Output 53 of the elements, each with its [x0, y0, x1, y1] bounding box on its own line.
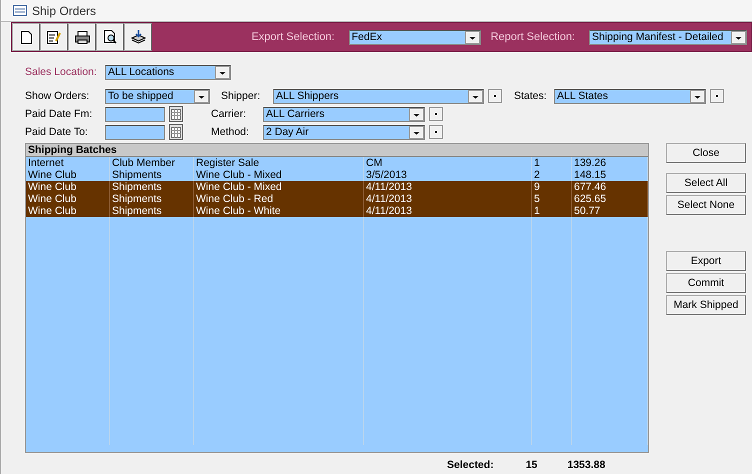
selected-label: Selected: — [447, 459, 494, 471]
shipper-dropdown[interactable]: ALL Shippers — [273, 88, 484, 104]
report-selection-dropdown[interactable]: Shipping Manifest - Detailed — [589, 30, 747, 44]
table-cell[interactable]: Wine Club — [26, 181, 110, 193]
table-cell[interactable]: 139.26 — [572, 157, 648, 169]
table-cell[interactable]: 9 — [532, 181, 572, 193]
field-label: Show Orders: — [25, 90, 90, 102]
method-dropdown[interactable]: 2 Day Air — [263, 124, 425, 140]
table-cell[interactable]: 4/11/2013 — [364, 193, 532, 205]
table-cell[interactable]: 4/11/2013 — [364, 205, 532, 217]
table-cell[interactable]: Wine Club - White — [194, 205, 364, 217]
table-cell[interactable]: 677.46 — [572, 181, 648, 193]
table-cell[interactable]: Shipments — [110, 205, 194, 217]
action-button[interactable]: Select All — [666, 173, 746, 193]
window-title: Ship Orders — [32, 4, 96, 18]
field-label: States: — [514, 90, 548, 102]
show-orders-dropdown[interactable]: To be shipped — [105, 88, 210, 104]
table-cell[interactable]: 1 — [532, 205, 572, 217]
action-button[interactable]: Commit — [666, 273, 746, 293]
grid-title: Shipping Batches — [26, 144, 648, 157]
action-button[interactable]: Select None — [666, 195, 746, 215]
selected-total: 1353.88 — [567, 459, 606, 471]
action-button[interactable]: Close — [666, 143, 746, 163]
selected-count: 15 — [526, 459, 538, 471]
table-cell[interactable]: Wine Club - Red — [194, 193, 364, 205]
table-cell[interactable]: Wine Club — [26, 193, 110, 205]
table-cell[interactable]: Register Sale — [194, 157, 364, 169]
action-button[interactable]: Mark Shipped — [666, 295, 746, 315]
states-dropdown[interactable]: ALL States — [554, 88, 706, 104]
table-cell[interactable]: 1 — [532, 157, 572, 169]
sales-location-dropdown[interactable]: ALL Locations — [105, 64, 231, 80]
field-label: Paid Date To: — [25, 126, 89, 138]
table-cell[interactable]: Club Member — [110, 157, 194, 169]
table-cell[interactable]: Wine Club — [26, 205, 110, 217]
field-label: Carrier: — [211, 108, 248, 120]
field-label: Export Selection: — [251, 31, 335, 43]
table-cell[interactable]: Shipments — [110, 193, 194, 205]
export-selection-dropdown[interactable]: FedEx — [348, 30, 481, 44]
field-label: Method: — [211, 126, 250, 138]
table-cell[interactable]: 625.65 — [572, 193, 648, 205]
field-label: Paid Date Fm: — [25, 108, 94, 120]
table-cell[interactable]: CM — [364, 157, 532, 169]
table-cell[interactable]: 5 — [532, 193, 572, 205]
table-cell[interactable]: Internet — [26, 157, 110, 169]
table-cell[interactable]: Shipments — [110, 181, 194, 193]
field-label: Report Selection: — [490, 31, 575, 43]
field-label: Shipper: — [221, 90, 262, 102]
action-button[interactable]: Export — [666, 251, 746, 271]
table-cell[interactable]: Wine Club - Mixed — [194, 181, 364, 193]
carrier-dropdown[interactable]: ALL Carriers — [263, 106, 425, 122]
table-cell[interactable]: 4/11/2013 — [364, 181, 532, 193]
table-cell[interactable]: 50.77 — [572, 205, 648, 217]
field-label: Sales Location: — [25, 66, 98, 78]
